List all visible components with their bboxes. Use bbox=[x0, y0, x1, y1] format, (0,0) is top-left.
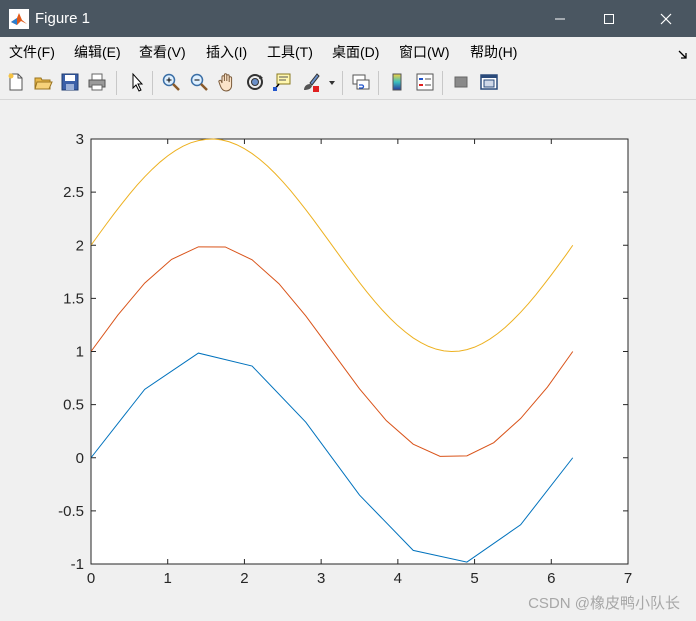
title-bar: Figure 1 bbox=[0, 0, 696, 37]
menu-edit[interactable]: 编辑(E) bbox=[74, 43, 121, 61]
pan-button[interactable] bbox=[216, 71, 238, 93]
window-title: Figure 1 bbox=[35, 10, 91, 27]
chevron-down-icon bbox=[329, 81, 335, 85]
save-icon bbox=[61, 73, 79, 91]
new-figure-button[interactable] bbox=[5, 71, 27, 93]
rotate-3d-icon bbox=[247, 74, 263, 90]
data-cursor-icon bbox=[273, 73, 291, 91]
open-file-button[interactable] bbox=[32, 71, 54, 93]
x-tick-label: 7 bbox=[624, 570, 632, 587]
x-tick-label: 4 bbox=[394, 570, 402, 587]
insert-colorbar-button[interactable] bbox=[386, 71, 408, 93]
data-cursor-button[interactable] bbox=[271, 71, 293, 93]
x-tick-label: 2 bbox=[240, 570, 248, 587]
y-tick-label: 2.5 bbox=[63, 184, 84, 201]
menu-file[interactable]: 文件(F) bbox=[9, 43, 55, 61]
menu-desktop[interactable]: 桌面(D) bbox=[332, 43, 379, 61]
y-tick-label: 1.5 bbox=[63, 290, 84, 307]
toolbar-separator bbox=[152, 71, 153, 95]
plot-area bbox=[90, 138, 629, 565]
print-button[interactable] bbox=[86, 71, 108, 93]
brush-dropdown-button[interactable] bbox=[326, 71, 338, 93]
menu-view[interactable]: 查看(V) bbox=[139, 43, 186, 61]
x-tick-label: 0 bbox=[87, 570, 95, 587]
y-tick-label: 0.5 bbox=[63, 397, 84, 414]
rotate-3d-button[interactable] bbox=[244, 71, 266, 93]
menu-window[interactable]: 窗口(W) bbox=[399, 43, 450, 61]
brush-icon bbox=[304, 73, 320, 92]
pan-icon bbox=[218, 73, 233, 92]
open-file-icon bbox=[34, 77, 53, 90]
y-tick-label: -1 bbox=[71, 556, 84, 573]
toolbar bbox=[0, 67, 696, 100]
y-tick-label: 3 bbox=[76, 131, 84, 148]
brush-button[interactable] bbox=[300, 71, 322, 93]
new-figure-icon bbox=[8, 73, 23, 91]
maximize-icon bbox=[604, 13, 614, 24]
y-tick-label: 1 bbox=[76, 344, 84, 361]
y-tick-label: 0 bbox=[76, 450, 84, 467]
insert-legend-icon bbox=[416, 73, 434, 91]
insert-colorbar-icon bbox=[392, 73, 402, 91]
zoom-out-button[interactable] bbox=[188, 71, 210, 93]
edit-plot-icon bbox=[132, 72, 144, 92]
minimize-icon bbox=[555, 18, 565, 19]
show-plot-tools-icon bbox=[480, 74, 498, 90]
minimize-button[interactable] bbox=[537, 0, 583, 37]
matlab-logo-icon bbox=[9, 9, 29, 29]
zoom-in-button[interactable] bbox=[160, 71, 182, 93]
x-tick-label: 3 bbox=[317, 570, 325, 587]
menu-tools[interactable]: 工具(T) bbox=[267, 43, 313, 61]
watermark: CSDN @橡皮鸭小队长 bbox=[528, 595, 680, 612]
y-tick-label: -0.5 bbox=[58, 503, 84, 520]
toolbar-separator bbox=[378, 71, 379, 95]
x-tick-label: 1 bbox=[164, 570, 172, 587]
toolbar-separator bbox=[342, 71, 343, 95]
insert-legend-button[interactable] bbox=[414, 71, 436, 93]
close-icon bbox=[660, 13, 672, 24]
edit-plot-button[interactable] bbox=[126, 71, 148, 93]
link-plot-icon bbox=[352, 74, 370, 90]
hide-plot-tools-icon bbox=[454, 76, 468, 88]
print-icon bbox=[88, 73, 106, 91]
save-button[interactable] bbox=[59, 71, 81, 93]
maximize-button[interactable] bbox=[586, 0, 632, 37]
menu-insert[interactable]: 插入(I) bbox=[206, 43, 247, 61]
close-button[interactable] bbox=[643, 0, 689, 37]
dock-arrow-icon[interactable] bbox=[678, 47, 688, 59]
hide-plot-tools-button[interactable] bbox=[450, 71, 472, 93]
link-plot-button[interactable] bbox=[350, 71, 372, 93]
toolbar-separator bbox=[442, 71, 443, 95]
y-tick-label: 2 bbox=[76, 237, 84, 254]
toolbar-separator bbox=[116, 71, 117, 95]
line-chart: 0 1 2 3 4 5 6 7 -1 -0.5 0 0.5 1 1.5 2 2.5 3 bbox=[58, 131, 632, 587]
menu-bar: 文件(F) 编辑(E) 查看(V) 插入(I) 工具(T) 桌面(D) 窗口(W… bbox=[0, 37, 696, 67]
x-tick-label: 5 bbox=[470, 570, 478, 587]
x-tick-label: 6 bbox=[547, 570, 555, 587]
zoom-in-icon bbox=[162, 73, 180, 91]
menu-help[interactable]: 帮助(H) bbox=[470, 43, 517, 61]
show-plot-tools-button[interactable] bbox=[478, 71, 500, 93]
zoom-out-icon bbox=[190, 73, 208, 91]
